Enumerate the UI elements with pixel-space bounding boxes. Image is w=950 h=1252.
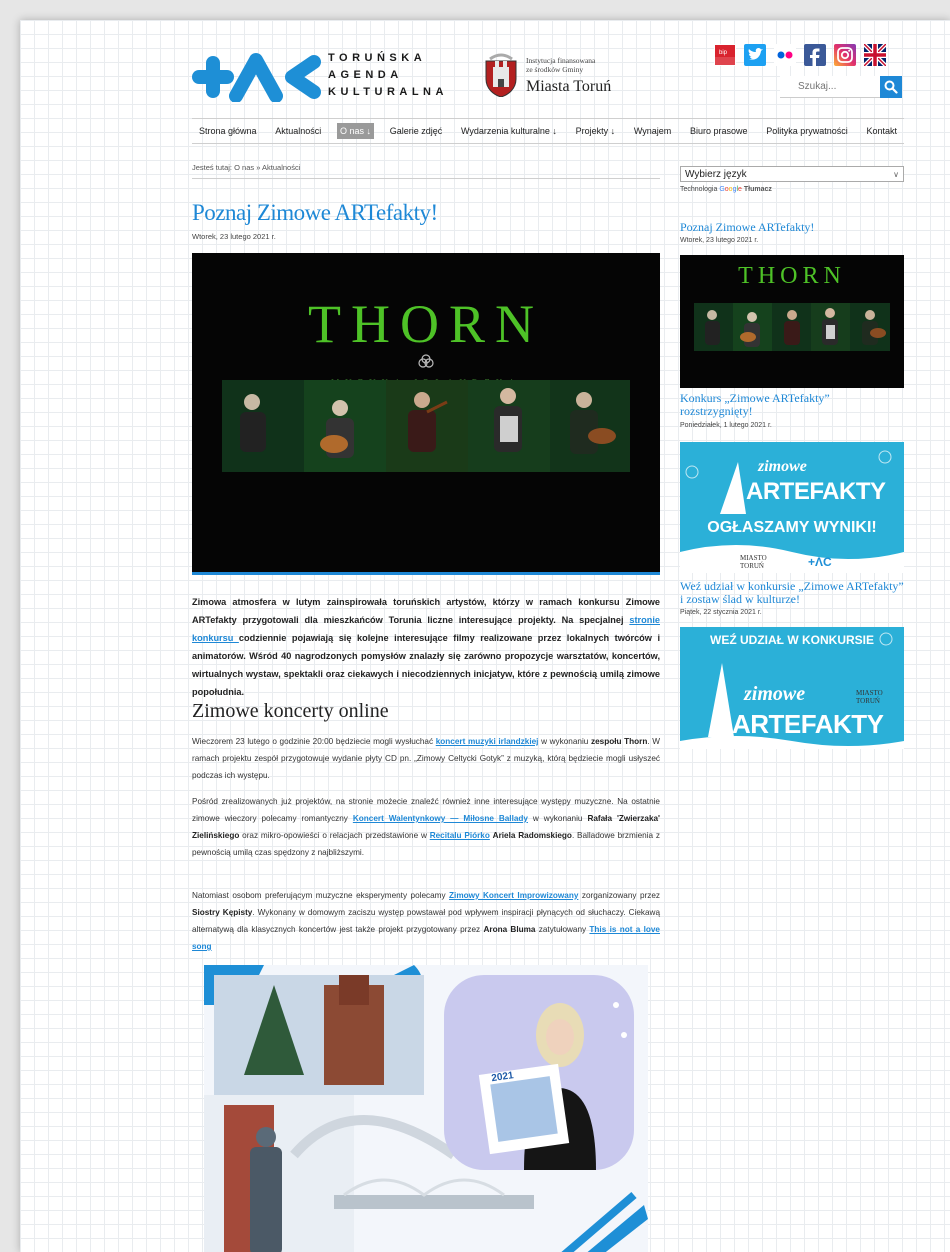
logo-line-2: AGENDA [328, 69, 403, 81]
sidebar-post-2-image-text-3: OGŁASZAMY WYNIKI! [707, 519, 877, 536]
google-translate-note: Technologia Google Tłumacz [680, 186, 772, 193]
sidebar-post-2-image-text-2: ARTEFAKTY [746, 478, 886, 505]
nav-rental[interactable]: Wynajem [631, 123, 674, 139]
paragraph-1: Wieczorem 23 lutego o godzinie 20:00 będ… [192, 733, 660, 784]
sidebar-post-3-image-text-3: ARTEFAKTY [732, 709, 884, 739]
sidebar-post-2-date: Poniedziałek, 1 lutego 2021 r. [680, 422, 772, 429]
sidebar-post-3-date: Piątek, 22 stycznia 2021 r. [680, 609, 762, 616]
nav-contact[interactable]: Kontakt [863, 123, 900, 139]
collage-graphic: 2021 [204, 965, 648, 1252]
nav-events[interactable]: Wydarzenia kulturalne ↓ [458, 123, 560, 139]
sidebar-post-3-image-logo: MIASTO TORUŃ [856, 689, 883, 705]
p1-text-2: w wykonaniu [538, 737, 591, 746]
search-icon [884, 80, 898, 94]
instagram-icon[interactable] [834, 44, 856, 66]
paragraph-3: Natomiast osobom preferującym muzyczne e… [192, 887, 660, 955]
nav-galleries[interactable]: Galerie zdjęć [387, 123, 446, 139]
p2-bold-2: Ariela Radomskiego [492, 831, 572, 840]
funding-city: Miasta Toruń [526, 78, 612, 95]
breadcrumb: Jesteś tutaj: O nas » Aktualności [192, 163, 660, 179]
page: TORUŃSKA AGENDA KULTURALNA Instytucja fi… [20, 20, 950, 1252]
sidebar-post-2-image-text-1: zimowe [758, 458, 807, 475]
translate-suffix[interactable]: Tłumacz [744, 186, 772, 193]
sidebar-post-3-title[interactable]: Weź udział w konkursie „Zimowe ARTefakty… [680, 580, 904, 606]
p3-bold-1: Siostry Kępisty [192, 908, 253, 917]
sidebar-post-1-date: Wtorek, 23 lutego 2021 r. [680, 237, 759, 244]
language-select[interactable]: Wybierz język ∨ [680, 166, 904, 182]
sidebar-post-3-image[interactable]: WEŹ UDZIAŁ W KONKURSIE zimowe ARTEFAKTY … [680, 627, 904, 749]
sidebar-post-2-image[interactable]: zimowe ARTEFAKTY OGŁASZAMY WYNIKI! MIAST… [680, 442, 904, 573]
intro-text-2: codziennie pojawiają się kolejne interes… [192, 633, 660, 697]
logo-wordmark: TORUŃSKA AGENDA KULTURALNA [328, 50, 448, 101]
search-button[interactable] [880, 76, 902, 98]
p1-text-1: Wieczorem 23 lutego o godzinie 20:00 będ… [192, 737, 436, 746]
uk-flag-icon[interactable] [862, 42, 888, 68]
logo-line-1: TORUŃSKA [328, 52, 427, 64]
recital-link[interactable]: Recitalu Piórko [430, 831, 490, 840]
facebook-icon[interactable] [804, 44, 826, 66]
tak-mini-logo: +ΛС [808, 555, 832, 569]
svg-text:bip: bip [719, 50, 728, 56]
p3-text-2: zorganizowany przez [578, 891, 660, 900]
article-title: Poznaj Zimowe ARTefakty! [192, 200, 438, 225]
nav-privacy[interactable]: Polityka prywatności [763, 123, 851, 139]
sidebar-post-2-image-logo: MIASTO TORUŃ [740, 554, 767, 570]
p2-text-2: w wykonaniu [527, 814, 588, 823]
irish-concert-link[interactable]: koncert muzyki irlandzkiej [436, 737, 539, 746]
band-photo [222, 380, 630, 472]
sidebar-post-1-title[interactable]: Poznaj Zimowe ARTefakty! [680, 221, 904, 234]
sidebar-post-2-title[interactable]: Konkurs „Zimowe ARTefakty” rozstrzygnięt… [680, 392, 904, 418]
nav-news[interactable]: Aktualności [272, 123, 324, 139]
p3-bold-2: Arona Bluma [483, 925, 536, 934]
p2-text-3: oraz mikro-opowieści o relacjach przedst… [239, 831, 430, 840]
hero-image: THORN MUZYKA IRLANDZKA [192, 253, 660, 575]
paragraph-2: Pośród zrealizowanych już projektów, na … [192, 793, 660, 861]
logo-line-3: KULTURALNA [328, 86, 448, 98]
funding-note: Instytucja finansowana ze środków Gminy [526, 56, 616, 74]
collage-image: 2021 [204, 965, 648, 1252]
hero-title: THORN [308, 294, 544, 354]
improvised-concert-link[interactable]: Zimowy Koncert Improwizowany [449, 891, 578, 900]
nav-home[interactable]: Strona główna [196, 123, 260, 139]
nav-press[interactable]: Biuro prasowe [687, 123, 751, 139]
main-nav: Strona główna Aktualności O nas ↓ Galeri… [192, 118, 904, 144]
celtic-knot-icon [418, 354, 434, 368]
intro-text-1: Zimowa atmosfera w lutym zainspirowała t… [192, 597, 660, 625]
p3-text-1: Natomiast osobom preferującym muzyczne e… [192, 891, 450, 900]
sidebar-post-1-image-text: THORN [738, 263, 846, 289]
chevron-down-icon: ∨ [893, 169, 899, 179]
search-input[interactable] [780, 76, 880, 98]
language-select-value: Wybierz język [685, 168, 747, 180]
article-intro: Zimowa atmosfera w lutym zainspirowała t… [192, 593, 660, 701]
valentines-concert-link[interactable]: Koncert Walentynkowy — Miłosne Ballady [353, 814, 528, 823]
flickr-icon[interactable] [774, 44, 796, 66]
twitter-icon[interactable] [744, 44, 766, 66]
social-icons: bip [714, 42, 888, 68]
torun-crest-icon [485, 53, 517, 97]
nav-projects[interactable]: Projekty ↓ [573, 123, 619, 139]
section-heading: Zimowe koncerty online [192, 700, 389, 722]
p1-bold-1: zespołu Thorn [591, 737, 648, 746]
funding-line-2: ze środków Gminy [526, 65, 584, 74]
sidebar-post-1-image[interactable]: THORN [680, 255, 904, 388]
search-box [780, 76, 904, 98]
article-date: Wtorek, 23 lutego 2021 r. [192, 232, 276, 241]
sidebar-band-photo [694, 303, 890, 351]
translate-prefix: Technologia [680, 186, 720, 193]
google-letter-6: e [738, 186, 742, 193]
bip-icon[interactable]: bip [714, 44, 736, 66]
sidebar-post-3-image-text-2: zimowe [744, 683, 806, 705]
nav-about[interactable]: O nas ↓ [336, 123, 374, 139]
sidebar-post-3-image-text-1: WEŹ UDZIAŁ W KONKURSIE [710, 633, 874, 647]
p3-text-4: zatytułowany [535, 925, 590, 934]
funding-line-1: Instytucja finansowana [526, 56, 596, 65]
